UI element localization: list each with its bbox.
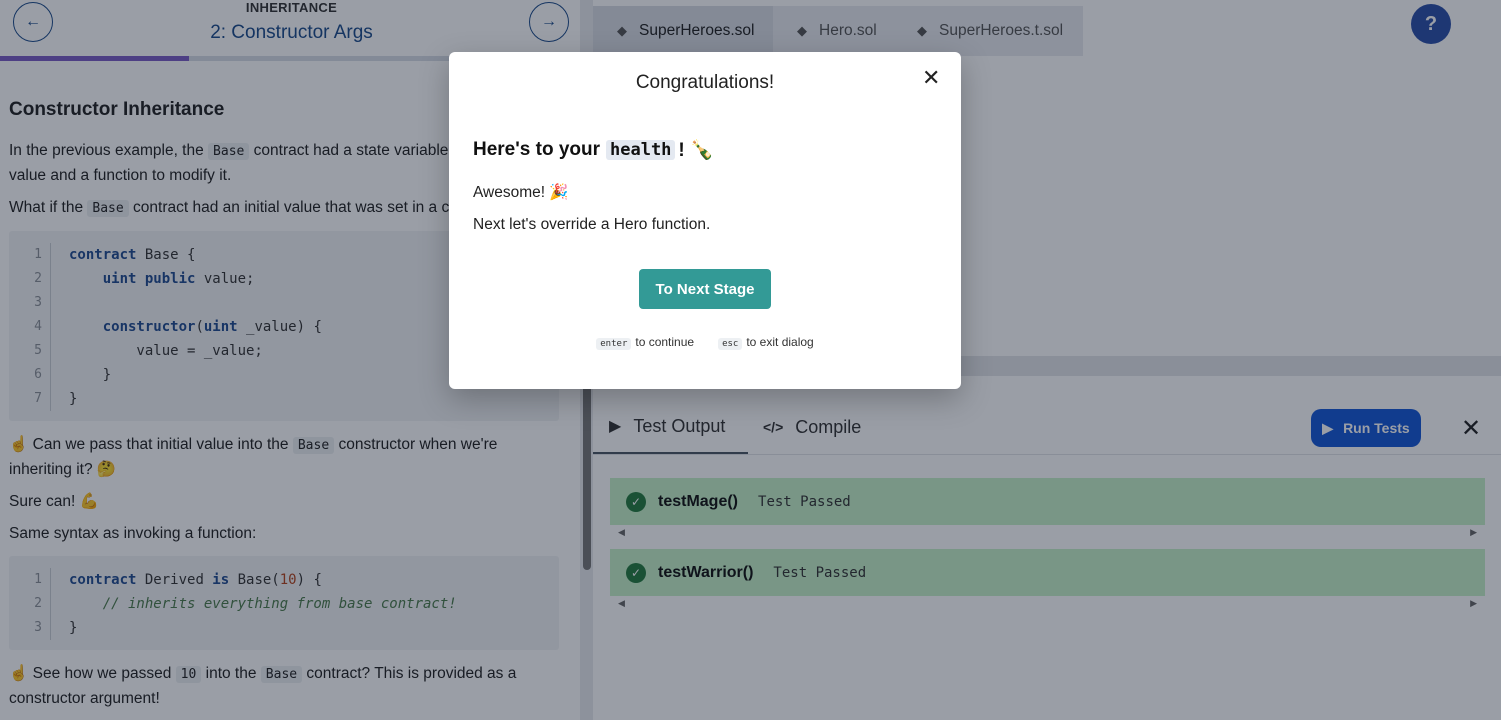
dialog-title: Congratulations! (635, 72, 775, 93)
text: Here's to your (473, 139, 600, 160)
close-icon[interactable]: ✕ (922, 65, 940, 91)
hint-esc: esc to exit dialog (718, 335, 814, 350)
to-next-stage-button[interactable]: To Next Stage (639, 269, 771, 309)
keyboard-hints: enter to continue esc to exit dialog (449, 335, 961, 350)
kbd-key: enter (596, 338, 632, 350)
hint-text: to continue (635, 335, 695, 349)
kbd-key: esc (718, 338, 743, 350)
dialog-message: Awesome! 🎉 (473, 184, 569, 201)
inline-code: health (606, 140, 676, 160)
dialog-message: Next let's override a Hero function. (473, 216, 711, 233)
text: ! 🍾 (678, 140, 714, 161)
hint-text: to exit dialog (746, 335, 814, 349)
hint-enter: enter to continue (596, 335, 695, 350)
congratulations-dialog: Congratulations! ✕ Here's to your health… (449, 52, 961, 389)
dialog-heading: Here's to your health ! 🍾 (473, 138, 714, 162)
